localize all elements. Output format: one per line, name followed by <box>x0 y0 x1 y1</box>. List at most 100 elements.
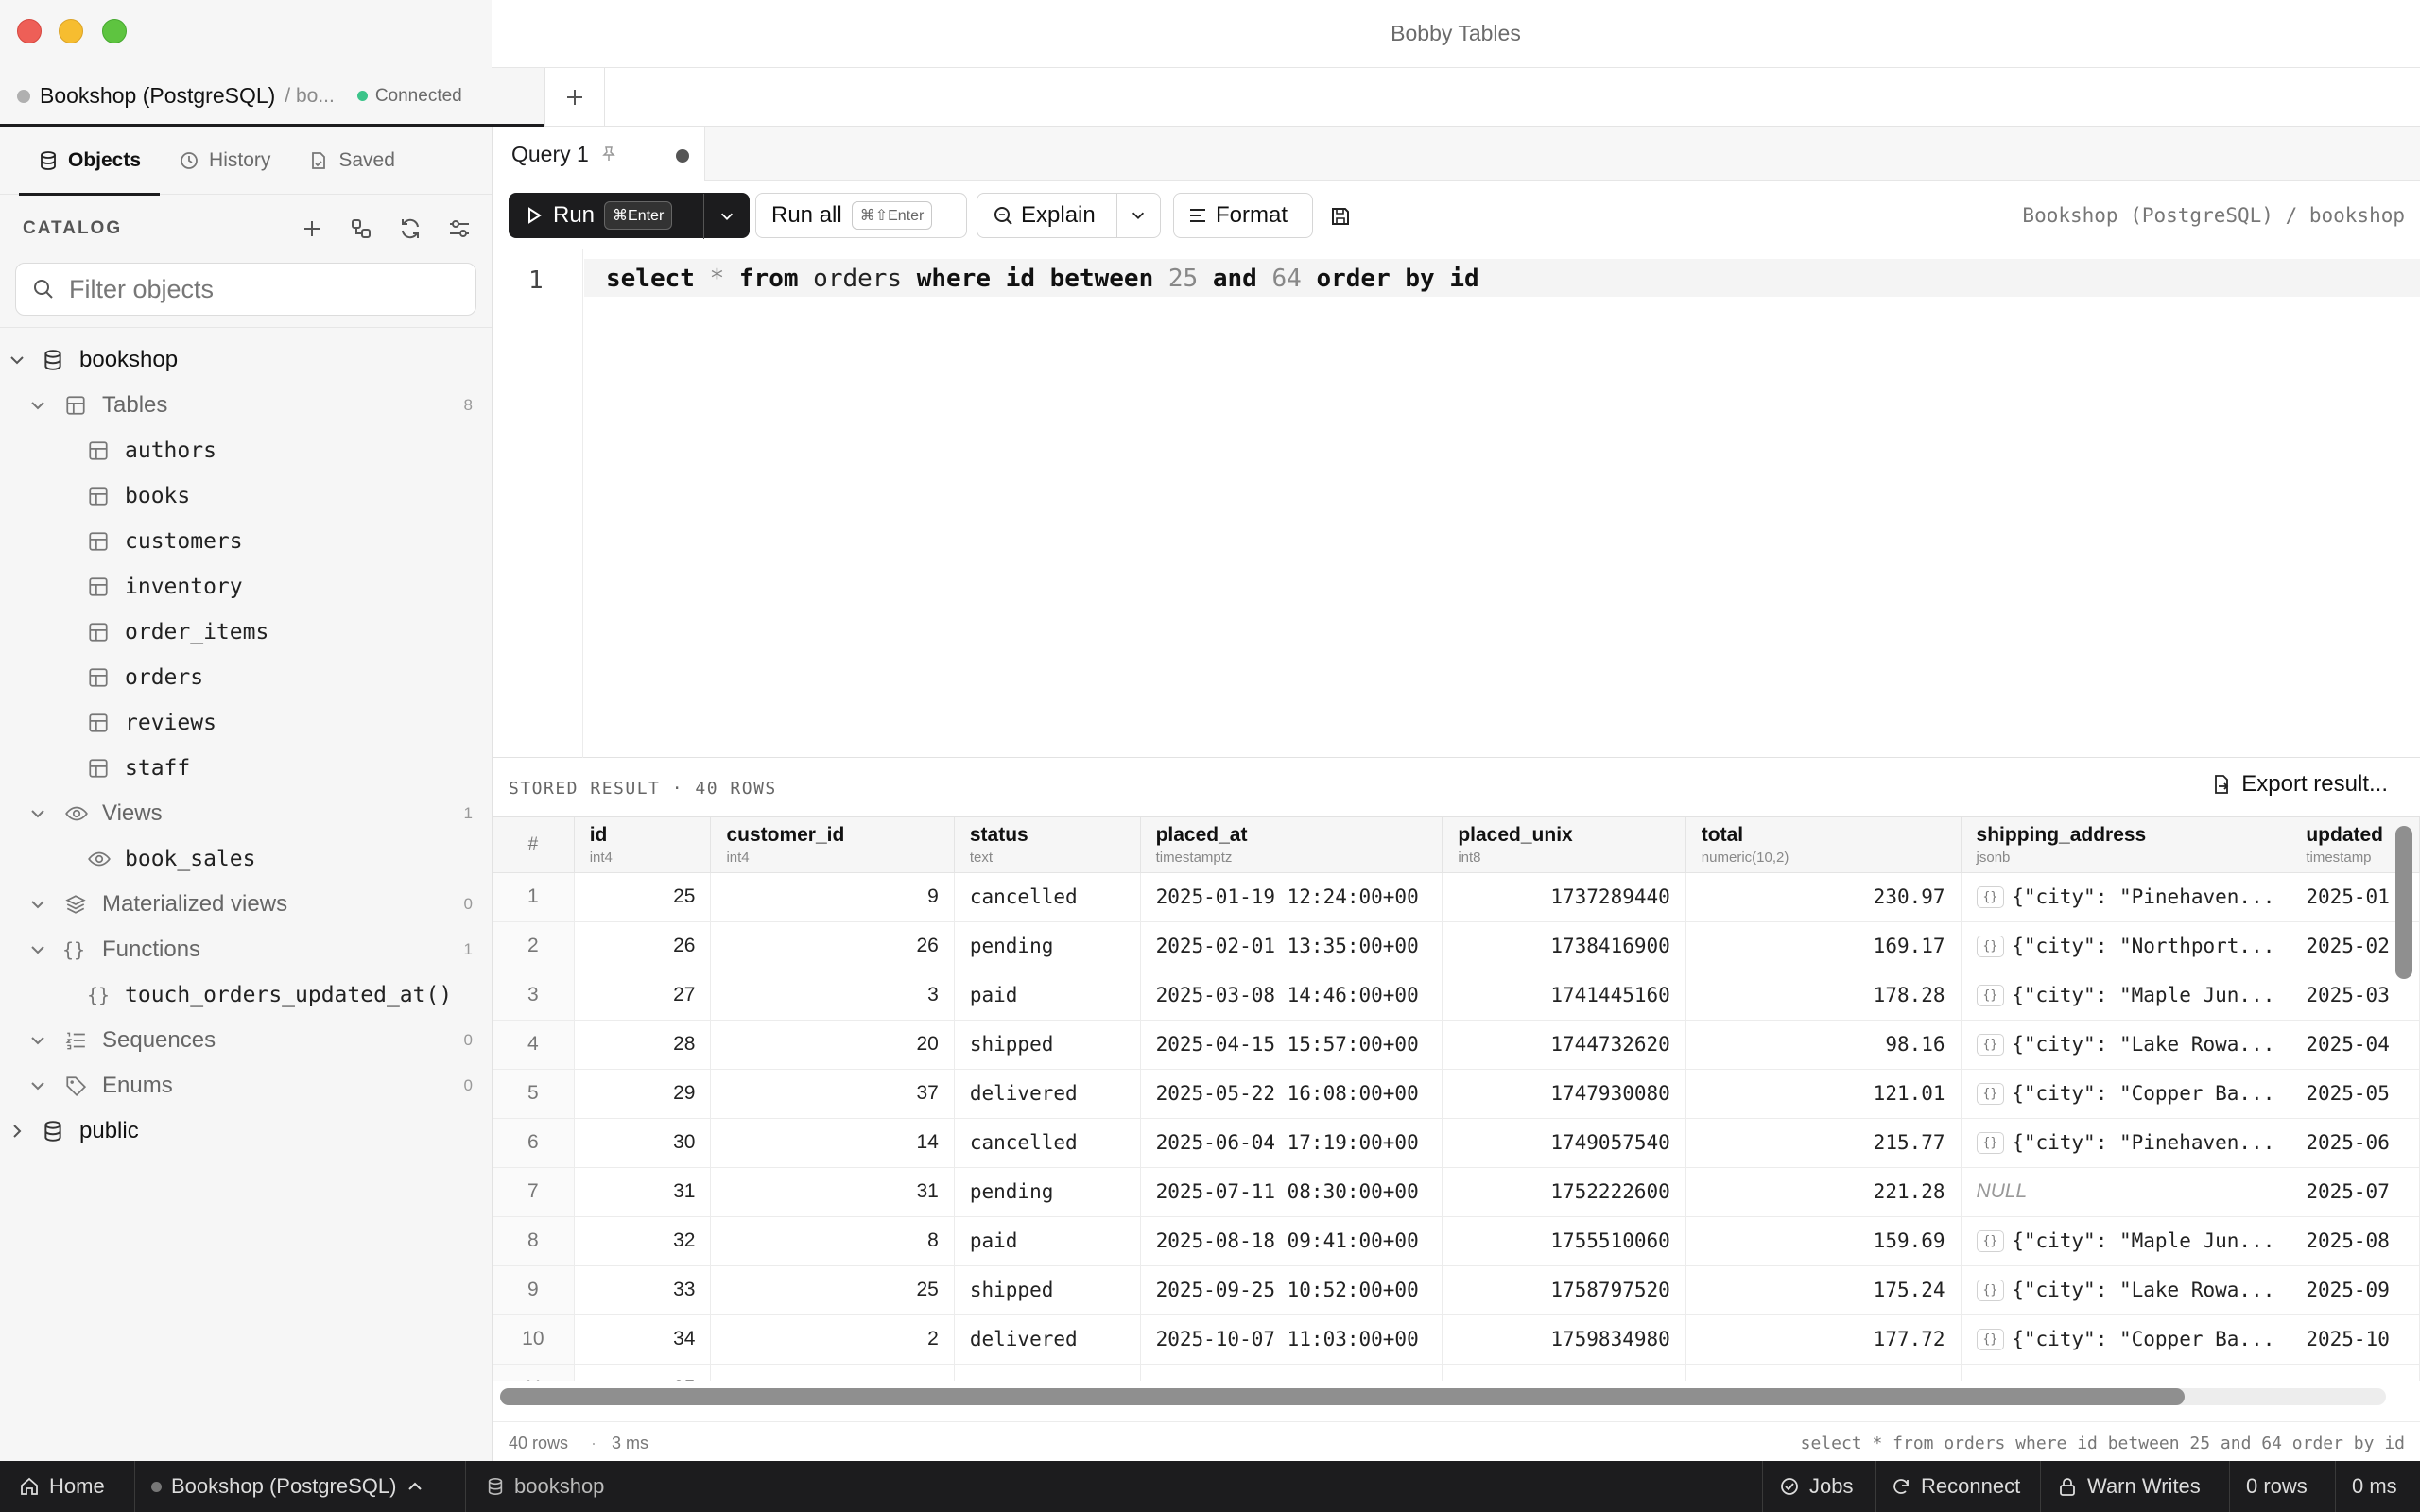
table-cell[interactable]: 2025-07-11 08:30:00+00 <box>1140 1167 1443 1217</box>
table-cell[interactable]: cancelled <box>954 872 1141 922</box>
table-cell[interactable]: {} {"city": "Maple Jun... <box>1961 971 2291 1021</box>
row-number-cell[interactable]: 7 <box>493 1167 575 1217</box>
tree-group-tables[interactable]: Tables 8 <box>0 383 492 428</box>
column-header[interactable]: placed_at timestamptz <box>1140 817 1443 873</box>
table-cell[interactable]: 2025-09-25 10:52:00+00 <box>1140 1265 1443 1315</box>
column-header[interactable]: status text <box>954 817 1141 873</box>
table-cell[interactable]: 98.16 <box>1685 1020 1962 1070</box>
table-cell[interactable]: 28 <box>574 1020 712 1070</box>
filter-objects-field[interactable] <box>15 263 476 316</box>
table-cell[interactable]: 31 <box>574 1167 712 1217</box>
tree-item-table[interactable]: orders <box>0 655 492 700</box>
column-header[interactable]: # <box>493 817 575 873</box>
table-cell[interactable]: 3 <box>710 971 955 1021</box>
sql-code-line[interactable]: select * from orders where id between 25… <box>606 265 1479 293</box>
table-cell[interactable]: 1759834980 <box>1442 1314 1686 1365</box>
table-cell[interactable]: 26 <box>574 921 712 971</box>
row-number-cell[interactable]: 8 <box>493 1216 575 1266</box>
table-cell[interactable]: 34 <box>574 1314 712 1365</box>
status-connection-button[interactable]: Bookshop (PostgreSQL) <box>151 1461 424 1512</box>
json-braces-icon[interactable]: {} <box>1976 1132 2005 1155</box>
json-braces-icon[interactable]: {} <box>1976 1230 2005 1253</box>
jobs-button[interactable]: Jobs <box>1779 1461 1853 1512</box>
table-cell[interactable]: shipped <box>954 1020 1141 1070</box>
table-cell[interactable]: 25 <box>710 1265 955 1315</box>
json-braces-icon[interactable]: {} <box>1976 1329 2005 1351</box>
table-cell[interactable]: 20 <box>710 1020 955 1070</box>
row-number-cell[interactable]: 9 <box>493 1265 575 1315</box>
table-cell[interactable]: 1755510060 <box>1442 1216 1686 1266</box>
table-cell[interactable] <box>1685 1364 1962 1381</box>
tree-item-function[interactable]: {} touch_orders_updated_at() <box>0 972 492 1018</box>
table-cell[interactable]: 1737289440 <box>1442 872 1686 922</box>
table-cell[interactable]: 26 <box>710 921 955 971</box>
table-cell[interactable]: 215.77 <box>1685 1118 1962 1168</box>
table-cell[interactable]: 31 <box>710 1167 955 1217</box>
tab-query-1[interactable]: Query 1 <box>493 127 705 181</box>
table-cell[interactable]: paid <box>954 971 1141 1021</box>
table-cell[interactable]: 27 <box>574 971 712 1021</box>
run-options-button[interactable] <box>703 194 749 239</box>
column-header[interactable]: id int4 <box>574 817 712 873</box>
vertical-scrollbar[interactable] <box>2395 826 2412 979</box>
table-cell[interactable]: {} {"city": "Lake Rowa... <box>1961 1265 2291 1315</box>
tree-group-functions[interactable]: {} Functions 1 <box>0 927 492 972</box>
column-header[interactable]: customer_id int4 <box>710 817 955 873</box>
table-cell[interactable]: pending <box>954 921 1141 971</box>
table-cell[interactable]: {} {"city": "Copper Ba... <box>1961 1069 2291 1119</box>
column-header[interactable]: shipping_address jsonb <box>1961 817 2291 873</box>
table-cell[interactable] <box>954 1364 1141 1381</box>
chevron-down-icon[interactable] <box>1130 207 1147 224</box>
tree-item-table[interactable]: books <box>0 473 492 519</box>
format-button[interactable]: Format <box>1173 193 1313 238</box>
table-cell[interactable]: 35 <box>574 1364 712 1381</box>
table-cell[interactable]: 2025-10-07 11:03:00+00 <box>1140 1314 1443 1365</box>
column-header[interactable]: placed_unix int8 <box>1442 817 1686 873</box>
table-row[interactable]: 5 29 37 delivered 2025-05-22 16:08:00+00 1747… <box>493 1069 2420 1119</box>
table-cell[interactable]: {} {"city": "Pinehaven... <box>1961 872 2291 922</box>
diagram-icon[interactable] <box>348 215 374 242</box>
table-cell[interactable] <box>1961 1364 2291 1381</box>
row-number-cell[interactable]: 3 <box>493 971 575 1021</box>
json-braces-icon[interactable]: {} <box>1976 1083 2005 1106</box>
warn-writes-button[interactable]: Warn Writes <box>2057 1461 2201 1512</box>
row-number-cell[interactable]: 5 <box>493 1069 575 1119</box>
table-row[interactable]: 9 33 25 shipped 2025-09-25 10:52:00+00 175879… <box>493 1265 2420 1315</box>
json-braces-icon[interactable]: {} <box>1976 1034 2005 1057</box>
table-cell[interactable] <box>2290 1364 2420 1381</box>
table-cell[interactable]: {} {"city": "Copper Ba... <box>1961 1314 2291 1365</box>
run-button[interactable]: Run ⌘Enter <box>509 193 750 239</box>
table-cell[interactable]: 178.28 <box>1685 971 1962 1021</box>
table-cell[interactable]: 1738416900 <box>1442 921 1686 971</box>
row-number-cell[interactable]: 10 <box>493 1314 575 1365</box>
row-number-cell[interactable]: 2 <box>493 921 575 971</box>
table-cell[interactable]: delivered <box>954 1314 1141 1365</box>
table-row[interactable]: 1 25 9 cancelled 2025-01-19 12:24:00+00 17372… <box>493 872 2420 922</box>
table-cell[interactable]: {} {"city": "Lake Rowa... <box>1961 1020 2291 1070</box>
column-header[interactable]: total numeric(10,2) <box>1685 817 1962 873</box>
table-cell[interactable]: 2025-03-08 14:46:00+00 <box>1140 971 1443 1021</box>
table-row[interactable]: 11 35 <box>493 1364 2420 1381</box>
tab-saved[interactable]: Saved <box>289 127 414 195</box>
table-cell[interactable]: 14 <box>710 1118 955 1168</box>
table-cell[interactable]: pending <box>954 1167 1141 1217</box>
table-cell[interactable]: 177.72 <box>1685 1314 1962 1365</box>
table-cell[interactable]: 159.69 <box>1685 1216 1962 1266</box>
tree-group-materialized-views[interactable]: Materialized views 0 <box>0 882 492 927</box>
new-connection-button[interactable] <box>544 68 605 127</box>
run-all-button[interactable]: Run all ⌘⇧Enter <box>755 193 967 238</box>
table-cell[interactable]: 8 <box>710 1216 955 1266</box>
tree-group-sequences[interactable]: Sequences 0 <box>0 1018 492 1063</box>
table-cell[interactable]: 221.28 <box>1685 1167 1962 1217</box>
table-cell[interactable]: 1758797520 <box>1442 1265 1686 1315</box>
tree-group-enums[interactable]: Enums 0 <box>0 1063 492 1108</box>
export-result-button[interactable]: Export result... <box>2211 771 2388 798</box>
table-cell[interactable]: 1744732620 <box>1442 1020 1686 1070</box>
horizontal-scrollbar[interactable] <box>500 1388 2185 1405</box>
add-object-icon[interactable] <box>299 215 325 242</box>
table-row[interactable]: 7 31 31 pending 2025-07-11 08:30:00+00 175222… <box>493 1167 2420 1217</box>
table-cell[interactable]: 2025-05 <box>2290 1069 2420 1119</box>
tree-item-table[interactable]: reviews <box>0 700 492 746</box>
table-cell[interactable]: 2025-04 <box>2290 1020 2420 1070</box>
table-cell[interactable]: 2025-07 <box>2290 1167 2420 1217</box>
